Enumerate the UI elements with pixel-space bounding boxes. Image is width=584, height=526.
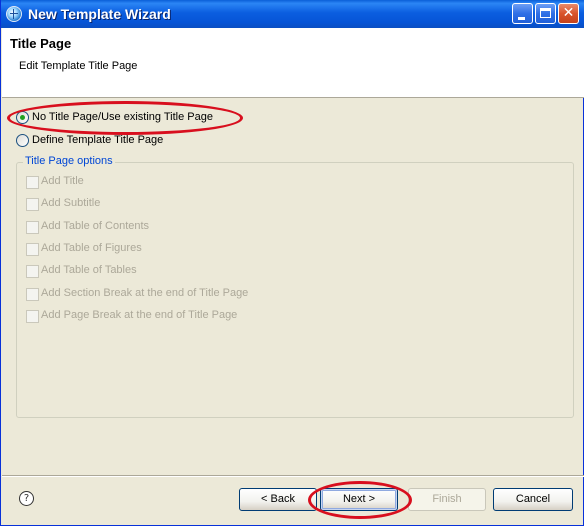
cancel-button[interactable]: Cancel (493, 488, 573, 511)
title-page-options-legend: Title Page options (23, 155, 115, 167)
add-section-break-label: Add Section Break at the end of Title Pa… (41, 287, 249, 299)
add-table-of-contents-label: Add Table of Contents (41, 220, 150, 232)
add-table-of-tables-label: Add Table of Tables (41, 264, 137, 276)
close-button[interactable]: ✕ (558, 3, 579, 24)
add-subtitle-checkbox (26, 198, 39, 211)
add-page-break-checkbox (26, 310, 39, 323)
minimize-button[interactable] (512, 3, 533, 24)
add-table-of-tables-checkbox (26, 265, 39, 278)
no-title-page-radio[interactable] (16, 111, 29, 124)
add-title-label: Add Title (41, 175, 84, 187)
finish-button: Finish (408, 488, 486, 511)
wizard-header: Title Page Edit Template Title Page (2, 28, 584, 98)
title-bar[interactable]: New Template Wizard ✕ (1, 0, 584, 28)
page-description: Edit Template Title Page (19, 60, 138, 72)
add-title-checkbox (26, 176, 39, 189)
add-section-break-checkbox (26, 288, 39, 301)
close-icon: ✕ (562, 5, 575, 21)
next-button[interactable]: Next > (320, 488, 398, 511)
help-icon[interactable]: ? (19, 491, 34, 506)
add-table-of-figures-label: Add Table of Figures (41, 242, 142, 254)
maximize-icon (540, 8, 551, 18)
new-template-wizard-dialog: New Template Wizard ✕ Title Page Edit Te… (0, 0, 584, 526)
add-page-break-label: Add Page Break at the end of Title Page (41, 309, 238, 321)
window-title: New Template Wizard (28, 6, 171, 22)
page-title: Title Page (10, 36, 72, 51)
back-button[interactable]: < Back (239, 488, 317, 511)
maximize-button[interactable] (535, 3, 556, 24)
footer-separator (2, 475, 584, 477)
define-title-page-label[interactable]: Define Template Title Page (32, 134, 163, 146)
add-table-of-contents-checkbox (26, 221, 39, 234)
define-title-page-radio[interactable] (16, 134, 29, 147)
globe-icon (6, 6, 22, 22)
add-table-of-figures-checkbox (26, 243, 39, 256)
no-title-page-label[interactable]: No Title Page/Use existing Title Page (32, 111, 213, 123)
minimize-icon (518, 17, 525, 20)
add-subtitle-label: Add Subtitle (41, 197, 101, 209)
